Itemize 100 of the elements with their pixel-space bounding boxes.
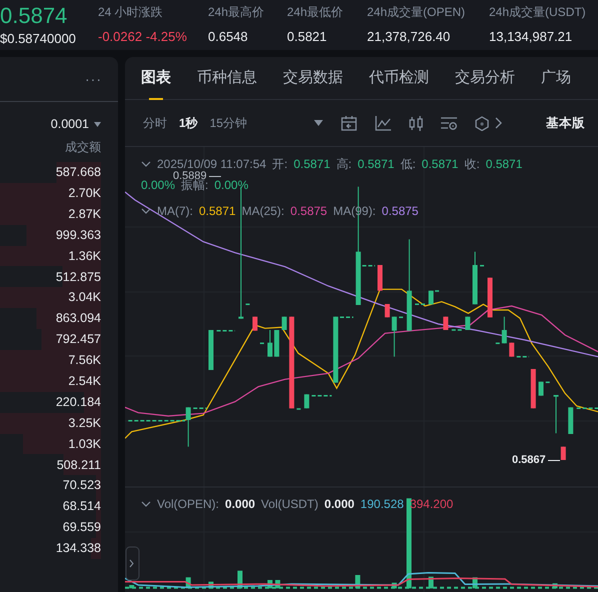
indicator-settings-icon[interactable] [441, 116, 458, 130]
stat-value: 21,378,726.40 [367, 28, 452, 46]
amount-text: 69.559 [62, 519, 101, 536]
ohlc-value: 0.5871 [486, 157, 522, 171]
caret-icon [94, 122, 101, 126]
volume-average-value: 190.528 [360, 497, 404, 511]
candle [465, 316, 470, 330]
candle [428, 290, 434, 305]
amount-text: 134.338 [56, 540, 101, 558]
interval-tab[interactable]: 15分钟 [210, 114, 248, 132]
collapse-chevron-icon[interactable] [141, 208, 151, 214]
column-header: 成交额 [65, 139, 101, 156]
stat-label: 24h成交量(USDT) [489, 4, 587, 20]
candle [268, 330, 272, 358]
ohlc-label: 低: [400, 157, 416, 171]
collapse-chevron-icon[interactable] [141, 501, 151, 507]
candle [252, 316, 258, 332]
amount-text: 792.457 [56, 331, 101, 348]
candle [554, 394, 558, 434]
tab[interactable]: 交易分析 [455, 57, 515, 100]
candle [274, 330, 280, 358]
tab[interactable]: 币种信息 [197, 57, 257, 100]
amount-text: 3.04K [68, 289, 101, 306]
volume-value: 0.000 [225, 497, 256, 511]
ohlc-label: 收: [464, 157, 480, 171]
amplitude-value: 0.00% [214, 178, 248, 192]
amount-text: 512.875 [56, 268, 101, 286]
amount-text: 3.25K [68, 414, 101, 432]
candle [282, 316, 287, 330]
hexagon-icon[interactable] [475, 116, 490, 130]
amount-text: 220.184 [56, 394, 101, 411]
ma-value: 0.5871 [199, 204, 236, 218]
stat-label: 24h成交量(OPEN) [367, 4, 466, 20]
change-value: 0.00% [141, 178, 176, 192]
candle [502, 316, 507, 344]
ohlc-label: 高: [336, 157, 352, 171]
expand-button[interactable] [126, 546, 140, 580]
volume-label: Vol(OPEN): [157, 497, 220, 511]
stat-value: 0.6548 [208, 28, 249, 46]
amount-text: 999.363 [56, 226, 101, 244]
amount-text: 1.03K [68, 436, 101, 453]
interval-tab[interactable]: 分时 [143, 114, 167, 132]
ma-value: 0.5875 [290, 204, 328, 218]
precision-dropdown[interactable]: 0.0001 [50, 114, 101, 134]
amount-text: 2.54K [68, 372, 101, 390]
candle [509, 342, 514, 358]
tab[interactable]: 代币检测 [369, 57, 429, 100]
stat-label: 24h最高价 [208, 4, 266, 20]
candle [333, 316, 338, 384]
stat-value: 0.5821 [287, 28, 328, 46]
candle [443, 316, 448, 330]
last-price: 0.5874 [0, 4, 68, 28]
candle [568, 406, 574, 434]
tab[interactable]: 交易数据 [283, 57, 343, 100]
candle [304, 394, 310, 409]
amount-text: 7.56K [68, 352, 101, 370]
amount-text: 587.668 [56, 164, 101, 182]
leader-line [208, 176, 221, 177]
dropdown-caret-icon[interactable] [314, 120, 324, 126]
ohlc-label: 开: [272, 157, 288, 171]
candle [530, 368, 536, 409]
tab[interactable]: 图表 [141, 57, 171, 100]
amount-text: 2.70K [68, 184, 101, 202]
amount-text: 863.094 [56, 310, 101, 328]
amount-text: 70.523 [62, 477, 101, 494]
ma-label: MA(25): [242, 204, 284, 218]
volume-label: Vol(USDT) [261, 497, 318, 511]
amount-text: 2.87K [68, 206, 101, 223]
chevron-right-icon[interactable] [495, 117, 504, 129]
calendar-icon[interactable] [341, 116, 358, 130]
candle [488, 277, 492, 318]
candle [384, 304, 390, 318]
ohlc-value: 0.5871 [294, 157, 330, 171]
candle [392, 316, 397, 358]
timestamp: 2025/10/09 11:07:54 [157, 157, 266, 171]
stat-label: 24 小时涨跌 [98, 4, 164, 20]
candle [378, 264, 382, 292]
usd-price: $0.58740000 [0, 30, 77, 48]
collapse-chevron-icon[interactable] [141, 161, 151, 167]
ma-value: 0.5875 [382, 204, 418, 218]
low-price-label: 0.5867 [512, 453, 546, 467]
ma-label: MA(7): [157, 204, 193, 218]
ohlc-value: 0.5871 [358, 157, 394, 171]
amount-text: 68.514 [62, 498, 101, 516]
line-chart-icon[interactable] [375, 116, 392, 130]
volume-value: 0.000 [324, 497, 354, 511]
amount-text: 508.211 [56, 456, 101, 474]
stat-label: 24h最低价 [287, 4, 344, 20]
more-button[interactable]: ··· [85, 68, 102, 90]
tab[interactable]: 广场 [541, 57, 571, 100]
version-button[interactable]: 基本版 [546, 114, 585, 132]
candle [208, 330, 214, 370]
candle [472, 251, 478, 305]
stat-value: 13,134,987.21 [489, 28, 574, 46]
interval-tab[interactable]: 1秒 [179, 114, 198, 132]
candle [560, 446, 566, 460]
stat-value: -0.0262 -4.25% [98, 28, 188, 46]
candlestick-icon[interactable] [409, 116, 424, 130]
candle [186, 406, 191, 448]
ohlc-value: 0.5871 [422, 157, 458, 171]
